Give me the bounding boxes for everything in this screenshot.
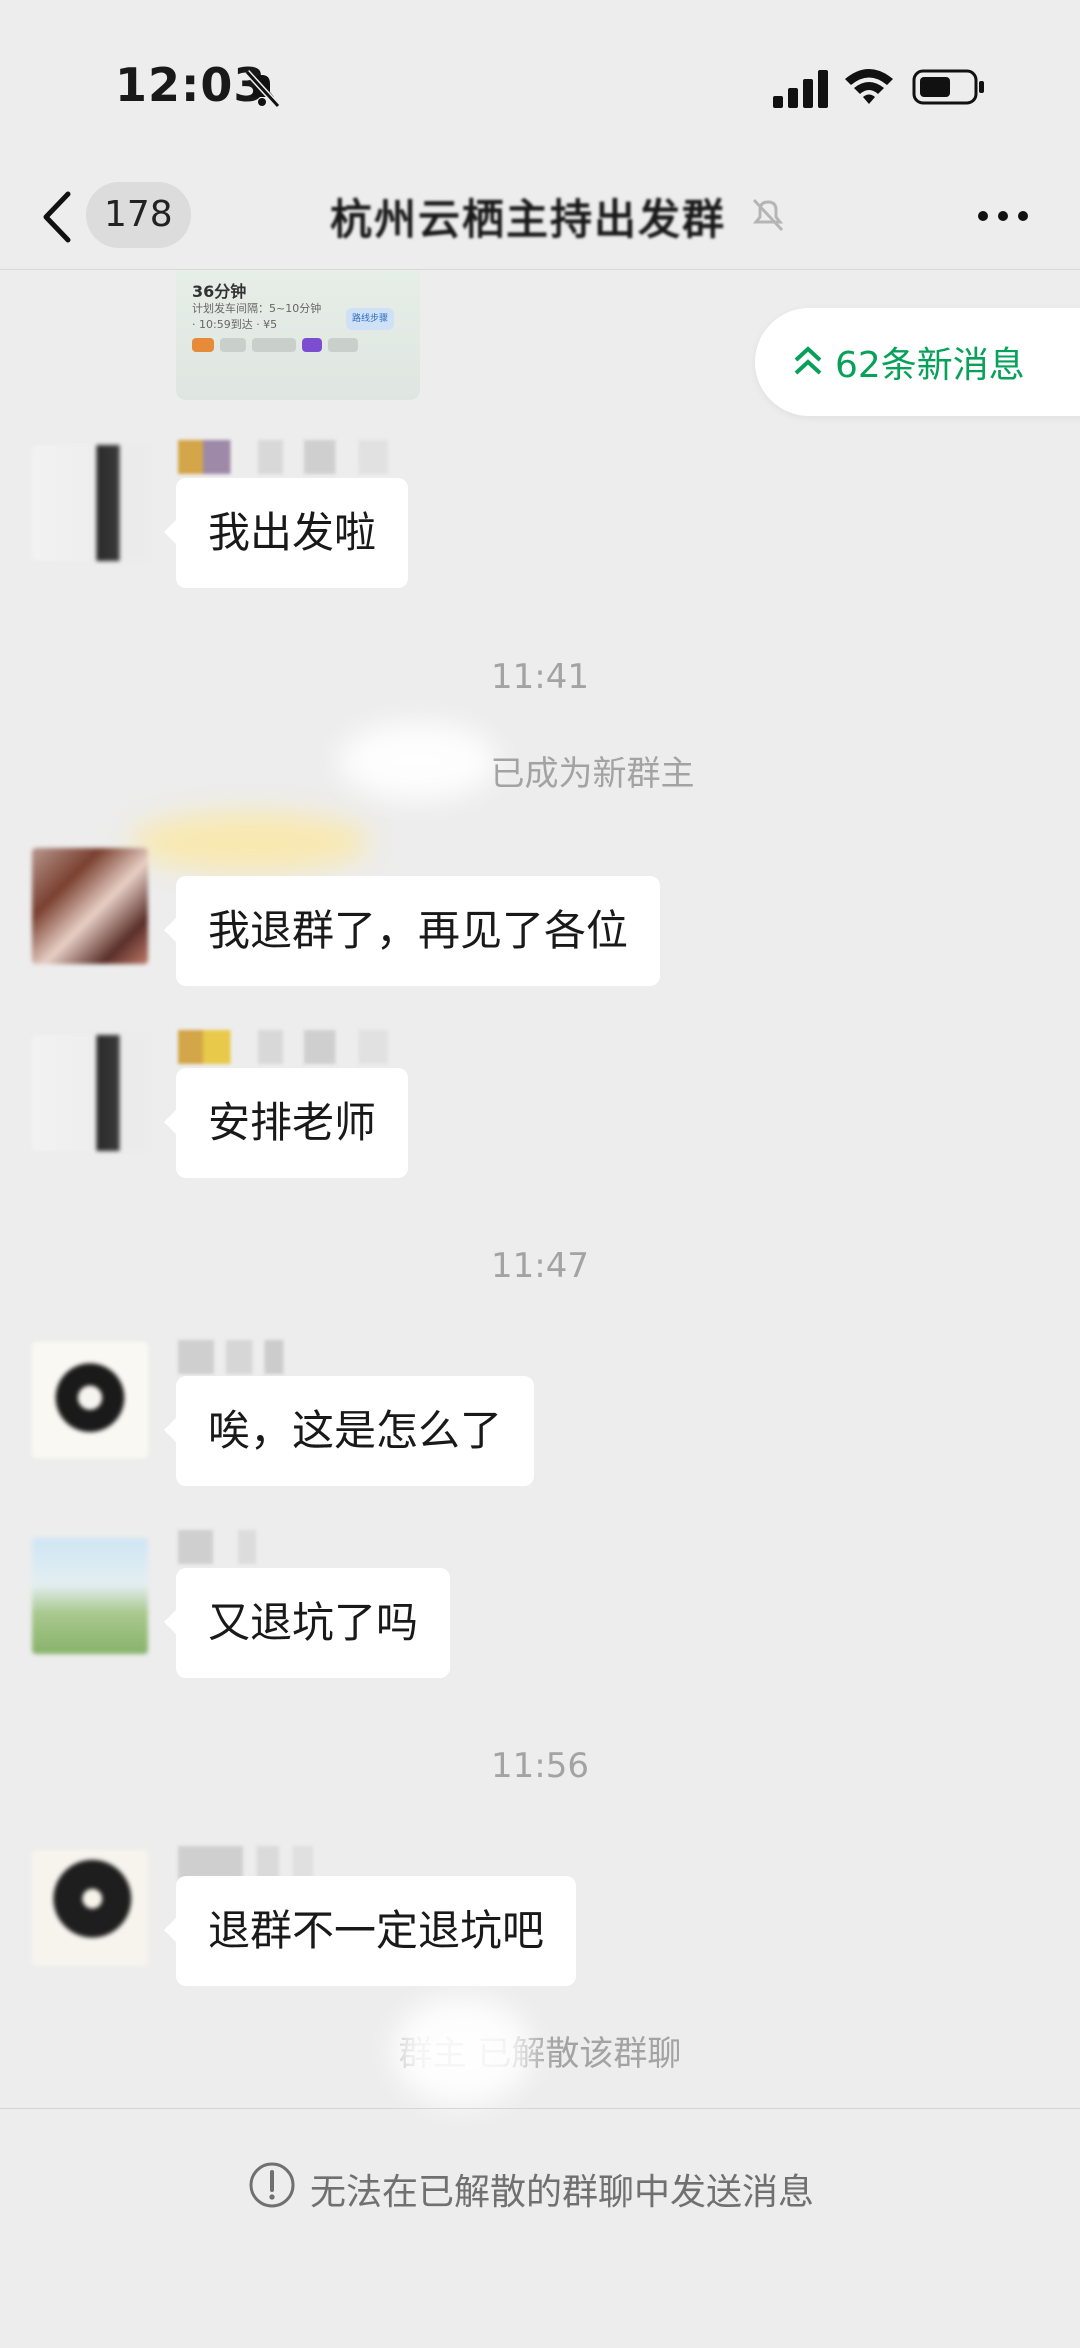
chat-title: 杭州云栖主持出发群 (330, 195, 727, 244)
sender-name (178, 1530, 278, 1564)
message-timestamp: 11:56 (491, 1746, 589, 1786)
message-bubble[interactable]: 退群不一定退坑吧 (163, 1876, 577, 1986)
image-preview-subtitle: 计划发车间隔：5~10分钟 · 10:59到达 · ¥5 (192, 302, 322, 331)
chat-header: 178 杭州云栖主持出发群 (0, 170, 1080, 270)
double-chevron-up-icon (794, 346, 822, 375)
avatar[interactable] (32, 848, 148, 964)
mute-notifications-icon (752, 198, 784, 232)
wifi-icon (845, 69, 893, 104)
cellular-signal-icon (773, 70, 828, 108)
new-messages-button[interactable]: 62条新消息 (755, 308, 1080, 416)
avatar[interactable] (32, 1538, 148, 1654)
image-preview-button: 路线步骤 (346, 308, 394, 330)
silent-mode-icon (244, 69, 281, 109)
sender-name (178, 440, 388, 474)
redaction-smudge (392, 1996, 532, 2106)
avatar[interactable] (32, 445, 148, 561)
redaction-smudge (130, 812, 370, 872)
system-message: 群主 已解散该群聊 (398, 2034, 682, 2074)
more-icon[interactable] (975, 208, 1031, 224)
new-messages-label: 62条新消息 (835, 345, 1025, 386)
message-bubble[interactable]: 我退群了，再见了各位 (163, 876, 661, 986)
avatar[interactable] (32, 1850, 148, 1966)
sender-name (178, 1030, 388, 1064)
back-icon[interactable] (40, 188, 76, 246)
sender-name (178, 1846, 313, 1880)
battery-icon (912, 69, 984, 105)
avatar[interactable] (32, 1342, 148, 1458)
image-message-preview[interactable]: 36分钟 计划发车间隔：5~10分钟 · 10:59到达 · ¥5 路线步骤 (176, 270, 420, 400)
message-timestamp: 11:47 (491, 1246, 589, 1286)
info-circle-icon (249, 2162, 295, 2208)
system-message: 已成为新群主 (490, 754, 695, 794)
image-preview-title: 36分钟 (192, 282, 247, 301)
sender-name (178, 1340, 298, 1374)
message-bubble[interactable]: 安排老师 (163, 1068, 409, 1178)
chat-footer: 无法在已解散的群聊中发送消息 (0, 2108, 1080, 2348)
message-timestamp: 11:41 (491, 657, 589, 697)
image-preview-route-pills (192, 338, 392, 354)
avatar[interactable] (32, 1035, 148, 1151)
message-bubble[interactable]: 又退坑了吗 (163, 1568, 451, 1678)
unread-count-badge[interactable]: 178 (86, 182, 191, 248)
message-bubble[interactable]: 我出发啦 (163, 478, 409, 588)
status-bar: 12:03 (0, 0, 1080, 170)
disbanded-notice: 无法在已解散的群聊中发送消息 (310, 2172, 815, 2213)
message-bubble[interactable]: 唉，这是怎么了 (163, 1376, 535, 1486)
